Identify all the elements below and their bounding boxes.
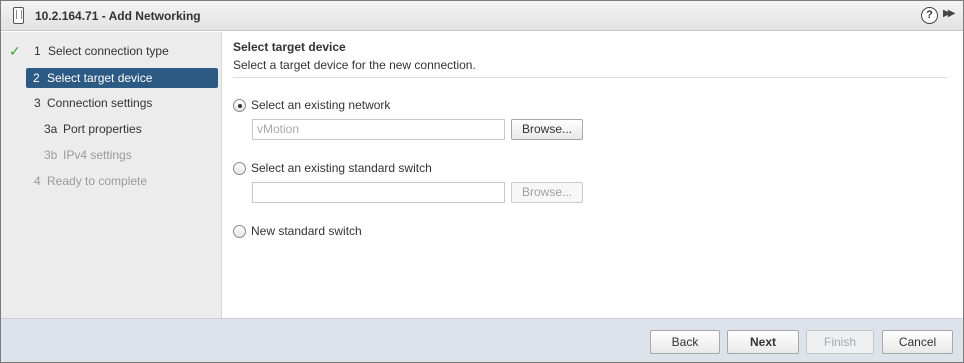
browse-network-button[interactable]: Browse... xyxy=(511,119,583,140)
existing-network-label[interactable]: Select an existing network xyxy=(251,98,390,112)
new-switch-label[interactable]: New standard switch xyxy=(251,224,362,238)
next-button[interactable]: Next xyxy=(727,330,799,354)
existing-network-radio[interactable] xyxy=(233,99,246,112)
divider xyxy=(233,77,947,78)
nav-step-3[interactable]: 3 Connection settings xyxy=(1,93,222,113)
nav-step-2-active[interactable]: 2 Select target device xyxy=(26,68,218,88)
expand-icon[interactable]: ▶▶ xyxy=(943,8,956,19)
checkmark-icon: ✓ xyxy=(9,43,21,59)
host-icon xyxy=(13,7,24,24)
nav-step-label: Ready to complete xyxy=(47,174,148,188)
back-button[interactable]: Back xyxy=(650,330,720,354)
existing-switch-label[interactable]: Select an existing standard switch xyxy=(251,161,432,175)
page-description: Select a target device for the new conne… xyxy=(233,58,476,72)
switch-field xyxy=(252,182,505,203)
nav-step-number: 3b xyxy=(44,148,58,162)
browse-switch-button: Browse... xyxy=(511,182,583,203)
content-panel: Select target device Select a target dev… xyxy=(223,32,963,318)
nav-step-3a[interactable]: 3a Port properties xyxy=(1,119,222,139)
finish-button: Finish xyxy=(806,330,874,354)
nav-step-4: 4 Ready to complete xyxy=(1,171,222,191)
nav-step-label: Select target device xyxy=(47,71,153,85)
add-networking-dialog: 10.2.164.71 - Add Networking ? ▶▶ ✓ 1 Se… xyxy=(0,0,964,363)
nav-step-1[interactable]: ✓ 1 Select connection type xyxy=(1,41,222,61)
title-bar: 10.2.164.71 - Add Networking ? ▶▶ xyxy=(1,1,963,31)
help-icon[interactable]: ? xyxy=(921,7,938,24)
nav-step-label: IPv4 settings xyxy=(63,148,132,162)
wizard-steps-nav: ✓ 1 Select connection type 2 Select targ… xyxy=(1,32,222,318)
window-title: 10.2.164.71 - Add Networking xyxy=(35,9,201,23)
nav-step-label: Connection settings xyxy=(47,96,153,110)
new-switch-radio[interactable] xyxy=(233,225,246,238)
network-field[interactable]: vMotion xyxy=(252,119,505,140)
nav-step-number: 2 xyxy=(33,71,40,85)
nav-step-number: 4 xyxy=(34,174,41,188)
existing-switch-radio[interactable] xyxy=(233,162,246,175)
nav-step-label: Select connection type xyxy=(48,44,169,58)
nav-step-3b: 3b IPv4 settings xyxy=(1,145,222,165)
nav-step-number: 3a xyxy=(44,122,58,136)
nav-step-label: Port properties xyxy=(63,122,142,136)
footer: Back Next Finish Cancel xyxy=(1,318,963,362)
nav-step-number: 1 xyxy=(34,44,41,58)
cancel-button[interactable]: Cancel xyxy=(882,330,953,354)
nav-step-number: 3 xyxy=(34,96,41,110)
page-title: Select target device xyxy=(233,40,346,54)
